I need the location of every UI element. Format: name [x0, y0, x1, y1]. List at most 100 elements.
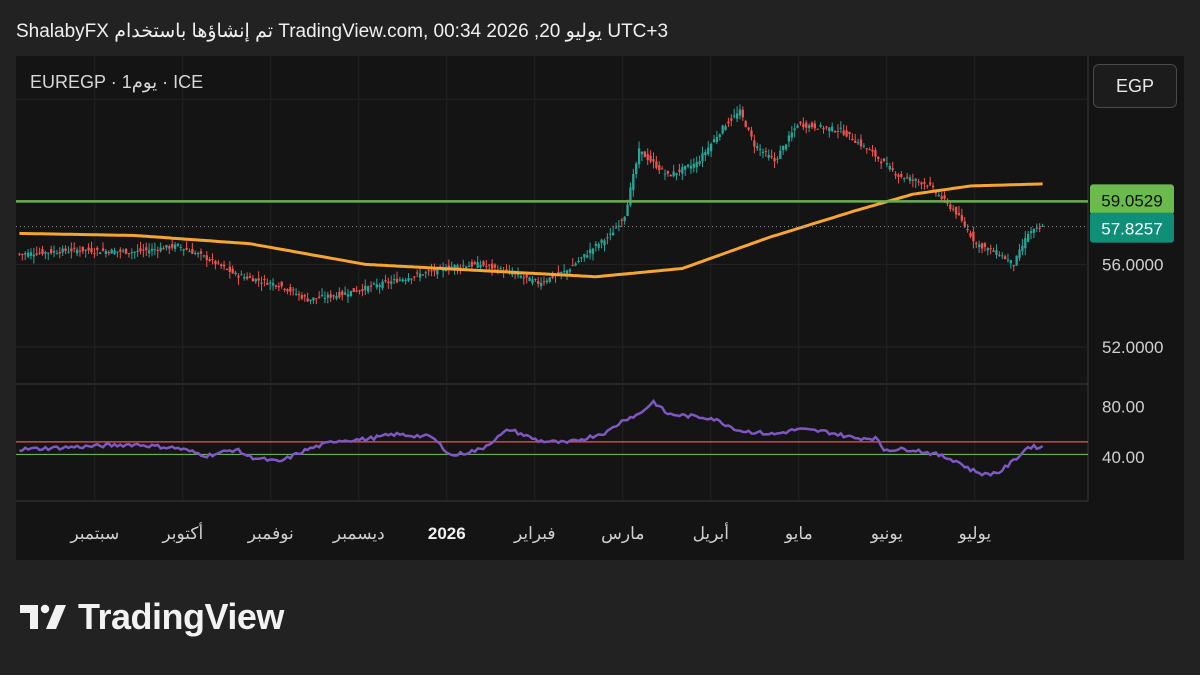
candle-body: [525, 274, 528, 278]
candle-body: [52, 251, 56, 253]
candle-body: [810, 122, 814, 128]
candle-body: [150, 248, 154, 251]
candle-body: [943, 195, 946, 199]
candle-body: [127, 253, 131, 255]
candle-body: [416, 272, 419, 274]
candle-body: [24, 253, 27, 255]
candle-body: [880, 161, 883, 164]
candle-body: [611, 232, 615, 236]
candle-body: [87, 247, 90, 251]
candle-body: [594, 243, 597, 246]
time-axis-label: مايو: [784, 524, 813, 544]
candle-body: [978, 244, 981, 248]
candle-body: [885, 163, 889, 165]
candle-body: [119, 249, 122, 252]
candle-body: [35, 253, 38, 255]
candle-body: [609, 233, 612, 235]
candle-body: [231, 268, 234, 274]
candle-body: [1015, 255, 1018, 266]
candle-body: [269, 282, 272, 284]
candle-body: [153, 249, 157, 251]
candle-body: [142, 249, 145, 251]
candle-body: [488, 264, 491, 266]
candle-body: [718, 134, 721, 137]
candle-body: [280, 281, 283, 287]
candle-body: [689, 165, 693, 169]
candle-body: [911, 179, 915, 181]
candle-body: [560, 271, 563, 273]
time-axis-label: مارس: [601, 524, 644, 544]
candle-body: [620, 219, 623, 221]
candle-body: [427, 270, 430, 272]
candle-body: [473, 262, 476, 264]
candle-body: [294, 293, 298, 295]
candle-body: [966, 229, 969, 231]
candle-body: [548, 277, 551, 282]
candle-body: [807, 125, 811, 128]
candle-body: [217, 262, 220, 264]
price-and-rsi-chart[interactable]: سبتمبر أكتوبر نوفمبر ديسمبر 2026 فبراير مارس أب…: [16, 56, 1184, 560]
rsi-axis-tick: 80.00: [1102, 398, 1145, 417]
candle-body: [110, 249, 113, 254]
candle-body: [21, 253, 24, 255]
candle-body: [185, 247, 188, 250]
candle-body: [839, 127, 842, 129]
candle-body: [571, 265, 574, 267]
candle-body: [243, 276, 246, 279]
candle-body: [568, 269, 572, 272]
candle-body: [1041, 225, 1044, 227]
candle-body: [776, 158, 779, 160]
candle-body: [614, 227, 618, 229]
candle-body: [179, 247, 182, 249]
candle-body: [274, 285, 278, 287]
candle-body: [188, 251, 191, 253]
candle-body: [542, 281, 546, 283]
candle-body: [831, 126, 834, 132]
candle-body: [122, 250, 125, 252]
candle-body: [130, 252, 133, 254]
candle-body: [1006, 259, 1010, 261]
candle-body: [18, 253, 21, 255]
candle-body: [315, 298, 318, 300]
candle-body: [1012, 265, 1015, 267]
candle-body: [908, 177, 912, 181]
candle-body: [225, 268, 229, 270]
candle-body: [632, 174, 635, 191]
candle-body: [1024, 237, 1027, 249]
candle-body: [730, 118, 733, 121]
candle-body: [323, 297, 327, 299]
candle-body: [410, 278, 413, 280]
candle-body: [562, 270, 566, 272]
candle-body: [505, 269, 508, 271]
candle-body: [669, 174, 672, 177]
candle-body: [375, 284, 378, 288]
candle-body: [413, 276, 416, 278]
candle-body: [954, 207, 958, 215]
candle-body: [528, 277, 531, 282]
candle-body: [522, 277, 525, 279]
candle-body: [165, 245, 168, 248]
candle-body: [678, 169, 681, 172]
chart-panel[interactable]: سبتمبر أكتوبر نوفمبر ديسمبر 2026 فبراير مارس أب…: [16, 56, 1184, 560]
candle-body: [934, 192, 938, 194]
candle-body: [715, 137, 719, 143]
candle-body: [992, 250, 995, 252]
candle-body: [770, 156, 773, 158]
candle-body: [303, 295, 306, 297]
candle-body: [862, 145, 866, 147]
candle-body: [70, 248, 73, 252]
candle-body: [695, 162, 698, 168]
candle-body: [283, 288, 286, 291]
candle-body: [640, 151, 644, 155]
candle-body: [78, 250, 82, 252]
candle-body: [367, 286, 370, 292]
candle-body: [905, 177, 909, 179]
candle-body: [41, 249, 44, 255]
candle-body: [343, 292, 347, 295]
candle-body: [335, 295, 338, 299]
candle-body: [952, 208, 955, 210]
candle-body: [254, 278, 257, 282]
currency-button[interactable]: EGP: [1093, 64, 1177, 108]
candle-body: [859, 139, 863, 147]
candle-body: [822, 127, 825, 130]
